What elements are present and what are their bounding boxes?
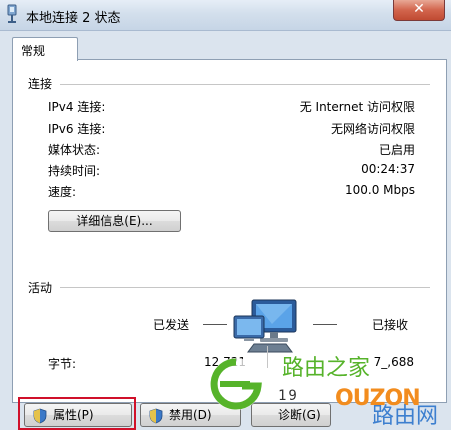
watermark-site-digits: 19 <box>278 388 299 404</box>
diagnose-button-label: 诊断(G) <box>278 408 321 422</box>
details-button[interactable]: 详细信息(E)... <box>48 210 181 232</box>
received-label: 已接收 <box>372 318 409 332</box>
activity-divider <box>60 287 430 288</box>
watermark-logo-icon <box>210 358 262 410</box>
network-computers-icon <box>233 299 297 353</box>
sent-line <box>203 324 227 325</box>
window-title: 本地连接 2 状态 <box>26 11 121 26</box>
activity-section-title: 活动 <box>28 281 53 295</box>
speed-label: 速度: <box>48 185 77 199</box>
tab-general[interactable]: 常规 <box>12 37 78 61</box>
connection-section-title: 连接 <box>28 77 53 91</box>
close-icon: ✕ <box>413 1 425 17</box>
watermark-brand: 路由之家 <box>282 356 371 381</box>
close-button[interactable]: ✕ <box>393 0 445 21</box>
sent-label: 已发送 <box>153 318 190 332</box>
duration-value: 00:24:37 <box>361 162 415 176</box>
connection-divider <box>60 84 430 85</box>
ipv4-value: 无 Internet 访问权限 <box>299 100 415 114</box>
watermark-brand-secondary: 路由网 <box>372 404 439 429</box>
media-state-label: 媒体状态: <box>48 143 101 157</box>
title-bar: 本地连接 2 状态 ✕ <box>0 0 451 31</box>
bytes-label: 字节: <box>48 357 77 371</box>
bytes-received-value: 7_,688 <box>373 355 414 369</box>
speed-value: 100.0 Mbps <box>344 183 415 197</box>
ipv4-label: IPv4 连接: <box>48 100 106 114</box>
received-line <box>313 324 337 325</box>
ipv6-label: IPv6 连接: <box>48 122 106 136</box>
duration-label: 持续时间: <box>48 164 101 178</box>
network-connection-icon <box>7 4 17 23</box>
ipv6-value: 无网络访问权限 <box>330 122 415 136</box>
media-state-value: 已启用 <box>378 143 415 157</box>
properties-highlight-box <box>18 397 136 430</box>
details-button-label: 详细信息(E)... <box>76 214 153 228</box>
uac-shield-icon <box>149 408 163 424</box>
tab-general-label: 常规 <box>21 44 46 58</box>
